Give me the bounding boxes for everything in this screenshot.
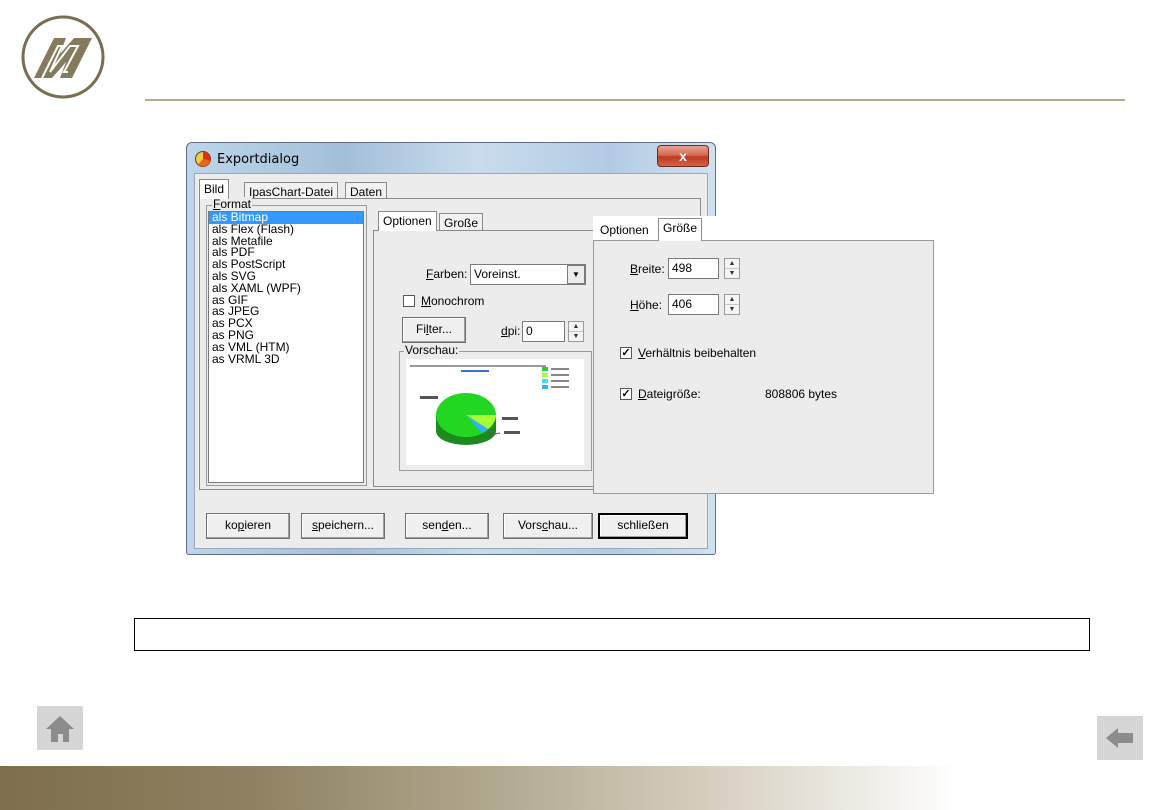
back-button[interactable]	[1097, 716, 1143, 760]
tab-ipaschart-datei[interactable]: IpasChart-Datei	[244, 182, 339, 199]
size-panel: Breite: 498 ▲ ▼ Höhe: 406 ▲ ▼ ✓ Verhältnis…	[593, 240, 934, 494]
footer-bar	[0, 766, 1170, 810]
filter-button[interactable]: Filter...	[402, 317, 466, 343]
dateigroesse-label: Dateigröße:	[638, 387, 701, 401]
dpi-label: dpi:	[501, 324, 521, 338]
verhaeltnis-checkbox[interactable]: ✓	[620, 347, 632, 359]
breite-input[interactable]: 498	[668, 258, 719, 279]
inner-tab-grosse[interactable]: Große	[439, 213, 484, 231]
size-tab-optionen[interactable]: Optionen	[596, 221, 653, 240]
hoehe-spinner[interactable]: ▲ ▼	[724, 294, 740, 315]
chart-app-icon	[195, 151, 211, 167]
home-button[interactable]	[37, 706, 83, 750]
vorschau-label: Vorschau:	[404, 343, 460, 357]
farben-label: Farben:	[426, 267, 468, 281]
home-icon	[46, 716, 74, 742]
hoehe-label: Höhe:	[630, 298, 663, 312]
tab-daten[interactable]: Daten	[345, 182, 388, 199]
size-tab-groesse[interactable]: Größe	[658, 218, 703, 241]
dpi-input[interactable]: 0	[522, 321, 565, 342]
schliessen-button[interactable]: schließen	[598, 513, 688, 539]
header-rule	[145, 99, 1125, 101]
inner-tab-optionen[interactable]: Optionen	[378, 211, 437, 231]
chevron-down-icon[interactable]: ▼	[567, 265, 585, 284]
preview-image	[406, 359, 584, 465]
verhaeltnis-label: Verhältnis beibehalten	[638, 346, 757, 360]
close-button[interactable]: x	[657, 145, 709, 167]
format-listbox[interactable]: als Bitmap als Flex (Flash) als Metafile…	[208, 211, 364, 483]
list-item-as-vrml[interactable]: as VRML 3D	[209, 353, 363, 366]
dialog-title: Exportdialog	[217, 152, 300, 167]
company-logo-icon	[21, 15, 105, 99]
senden-button[interactable]: senden...	[405, 513, 489, 539]
monochrom-label: Monochrom	[421, 294, 485, 308]
dateigroesse-checkbox[interactable]: ✓	[620, 388, 632, 400]
hoehe-input[interactable]: 406	[668, 294, 719, 315]
tab-bild[interactable]: Bild	[199, 179, 230, 199]
breite-spinner[interactable]: ▲ ▼	[724, 258, 740, 279]
speichern-button[interactable]: speichern...	[301, 513, 385, 539]
monochrom-checkbox[interactable]	[403, 295, 415, 307]
back-arrow-icon	[1106, 728, 1133, 748]
breite-label: Breite:	[630, 262, 665, 276]
kopieren-button[interactable]: kopieren	[206, 513, 290, 539]
dpi-spinner[interactable]: ▲ ▼	[568, 321, 584, 342]
format-group-label: Format	[212, 197, 253, 211]
dateigroesse-value: 808806 bytes	[765, 387, 838, 401]
caption-box	[134, 618, 1090, 651]
vorschau-button[interactable]: Vorschau...	[503, 513, 593, 539]
preview-pie-thumbnail	[410, 365, 569, 445]
farben-value: Voreinst.	[474, 267, 521, 281]
